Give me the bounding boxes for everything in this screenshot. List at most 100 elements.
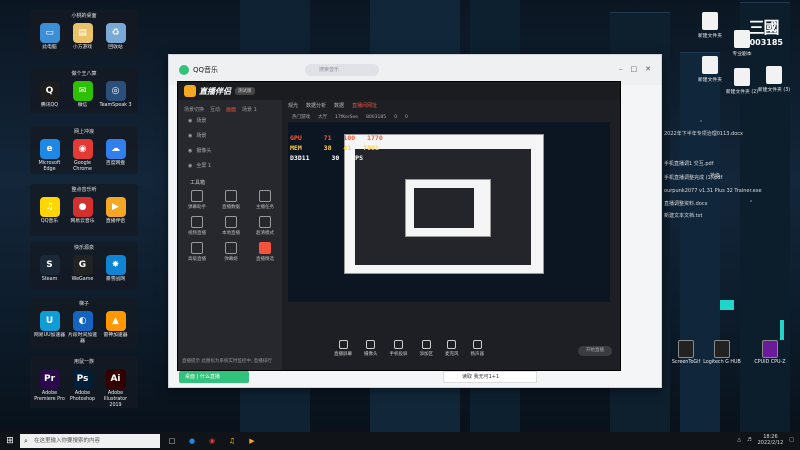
desktop-icon[interactable]: G WeGame — [66, 255, 99, 283]
desktop-icon[interactable]: ☁ 百度网盘 — [99, 139, 132, 173]
bottom-tool[interactable]: 添加区 — [420, 339, 433, 357]
clock[interactable]: 18:26 2022/2/12 — [758, 434, 784, 446]
layer-item[interactable]: ◉ 场景 — [178, 128, 282, 143]
task-view-icon[interactable]: □ — [164, 434, 180, 448]
desktop-file-name[interactable]: 直播调整资料.docx — [664, 200, 708, 207]
bottom-tool[interactable]: 麦克风 — [445, 339, 459, 357]
notification-icon[interactable]: □ — [789, 437, 794, 443]
desktop-icon[interactable]: ▶ 直播伴侣 — [99, 197, 132, 225]
layer-label: 全屏 1 — [196, 163, 212, 169]
chrome-taskbar-icon[interactable]: ◉ — [204, 434, 220, 448]
desktop-icon[interactable]: ● 网易云音乐 — [66, 197, 99, 225]
desktop-icon-label: QQ音乐 — [40, 219, 59, 224]
stream-top-tab[interactable]: 数据分析 — [306, 102, 326, 109]
edge-taskbar-icon[interactable]: ● — [184, 434, 200, 448]
desktop-file-name[interactable]: 拾级 — [710, 172, 720, 179]
bottom-tool-label: 手机投屏 — [389, 351, 408, 357]
bottom-tool[interactable]: 扬声器 — [471, 339, 484, 357]
desktop-file[interactable]: 新建文件夹 (3) — [752, 66, 796, 93]
desktop-icon[interactable]: ♫ QQ音乐 — [33, 197, 66, 225]
danmaku-ji-icon — [225, 242, 237, 254]
desktop-icon[interactable]: Q 腾讯QQ — [33, 81, 66, 109]
tool-item[interactable]: 弹幕姬 — [214, 242, 248, 262]
stream-top-tab[interactable]: 直播间网址 — [352, 102, 377, 109]
tool-item[interactable]: 超清模式 — [248, 216, 282, 236]
hd-icon — [259, 216, 271, 228]
stream-info-item: 8003185 — [366, 114, 387, 120]
illustrator-icon: Ai — [105, 369, 126, 389]
stream-top-tab[interactable]: 观光 — [288, 102, 298, 109]
desktop-icon[interactable]: ▭ 此电脑 — [33, 23, 66, 51]
volume-icon[interactable]: ♬ — [747, 437, 751, 443]
tool-item[interactable]: 主播任务 — [248, 190, 282, 210]
start-live-button[interactable]: 开始直播 — [578, 346, 612, 356]
desktop-icon[interactable]: ✸ 暴雪战网 — [99, 255, 132, 283]
desktop-file-name[interactable]: 手机直播调1 交互.pdf — [664, 160, 713, 167]
tool-item[interactable]: 直播数据 — [214, 190, 248, 210]
stream-top-tab[interactable]: 数据 — [334, 102, 344, 109]
eye-icon[interactable]: ◉ — [188, 148, 192, 154]
tools-title: 工具箱 — [190, 180, 206, 186]
desktop-icon[interactable]: ◎ TeamSpeak 3 — [99, 81, 132, 109]
layer-label: 摄像头 — [196, 148, 212, 154]
qq-player-bar[interactable]: 读取 我无可1+1 — [443, 371, 537, 383]
eye-icon[interactable]: ◉ — [188, 118, 192, 124]
desktop-file-name[interactable]: ourpunk2077 v1.31 Plus 32 Trainer.exe — [664, 188, 762, 194]
maximize-icon[interactable]: □ — [631, 65, 638, 73]
qq-footer-label[interactable]: 桌面 | 什么直播 — [179, 371, 249, 383]
taskbar-search-input[interactable]: 在这里输入你要搜索的内容 — [20, 434, 160, 448]
desktop-icon[interactable]: Ps Adobe Photoshop — [66, 369, 99, 409]
qq-music-window[interactable]: QQ音乐 搜索音乐 – □ ✕ 直播伴侣 测试版 场景切换 互动 画面 场景 1 ◉ 场… — [168, 54, 662, 388]
desktop-icon[interactable]: ✉ 微信 — [66, 81, 99, 109]
desktop-icon[interactable]: e Microsoft Edge — [33, 139, 66, 173]
desktop-icon[interactable]: ◐ 片段时间加速器 — [66, 311, 99, 345]
file-label: 专业剧本 — [732, 52, 752, 57]
desktop-icon[interactable]: ▤ 小方游戏 — [66, 23, 99, 51]
system-tray: △ ♬ 18:26 2022/2/12 □ — [737, 434, 794, 446]
stream-tab[interactable]: 互动 — [210, 106, 220, 113]
tool-item[interactable]: 本地直播 — [214, 216, 248, 236]
bottom-tool[interactable]: 摄像头 — [364, 339, 378, 357]
bottom-tool[interactable]: 直播屏幕 — [334, 339, 352, 357]
close-icon[interactable]: ✕ — [645, 65, 651, 73]
stat-label: MEM — [290, 144, 302, 152]
desktop-icon[interactable]: ▲ 雷神加速器 — [99, 311, 132, 345]
live-companion-window[interactable]: 直播伴侣 测试版 场景切换 互动 画面 场景 1 ◉ 场景 ◉ 场景 ◉ 摄像头 ◉ 全屏 1 工具… — [177, 81, 621, 371]
file-label: 新建文件夹 — [698, 78, 722, 83]
desktop-file[interactable]: 专业剧本 — [720, 30, 764, 57]
nested-preview-inner — [405, 179, 491, 237]
data-icon — [225, 190, 237, 202]
tool-item[interactable]: 直播精选 — [248, 242, 282, 262]
desktop-icon[interactable]: S Steam — [33, 255, 66, 283]
desktop-icon[interactable]: U 网易UU加速器 — [33, 311, 66, 345]
eye-icon[interactable]: ◉ — [188, 163, 192, 169]
bottom-tool[interactable]: 手机投屏 — [389, 339, 408, 357]
qq-music-taskbar-icon[interactable]: ♫ — [224, 434, 240, 448]
tool-item[interactable]: 视频直播 — [180, 216, 214, 236]
desktop-file-name[interactable]: 2022年下半年专项治理0113.docx — [664, 130, 743, 137]
edge-icon: e — [39, 139, 60, 159]
layer-item[interactable]: ◉ 场景 — [178, 113, 282, 128]
desktop-app[interactable]: Logitech G HUB — [700, 340, 744, 365]
desktop-icon[interactable]: Ai Adobe Illustrator 2019 — [99, 369, 132, 409]
eye-icon[interactable]: ◉ — [188, 133, 192, 139]
desktop-icon[interactable]: Pr Adobe Premiere Pro — [33, 369, 66, 409]
windows-start-icon[interactable]: ⊞ — [0, 432, 20, 450]
desktop-file-name[interactable]: 新建文本文档.txt — [664, 212, 702, 219]
network-icon[interactable]: △ — [737, 437, 741, 443]
desktop-app[interactable]: CPUID CPU-Z — [748, 340, 792, 365]
stream-tab[interactable]: 场景 1 — [242, 106, 257, 113]
minimize-icon[interactable]: – — [619, 65, 623, 73]
video-icon — [191, 216, 203, 228]
qq-search-input[interactable]: 搜索音乐 — [305, 64, 379, 76]
tool-item[interactable]: 高级直播 — [180, 242, 214, 262]
group-title: 梯子 — [78, 301, 89, 307]
desktop-icon[interactable]: ♻ 回收站 — [99, 23, 132, 51]
layer-item[interactable]: ◉ 摄像头 — [178, 143, 282, 158]
live-companion-taskbar-icon[interactable]: ▶ — [244, 434, 260, 448]
stream-tab[interactable]: 场景切换 — [184, 106, 204, 113]
stream-tab[interactable]: 画面 — [226, 106, 236, 113]
desktop-icon[interactable]: ◉ Google Chrome — [66, 139, 99, 173]
tool-item[interactable]: 弹幕助手 — [180, 190, 214, 210]
layer-item[interactable]: ◉ 全屏 1 — [178, 158, 282, 173]
